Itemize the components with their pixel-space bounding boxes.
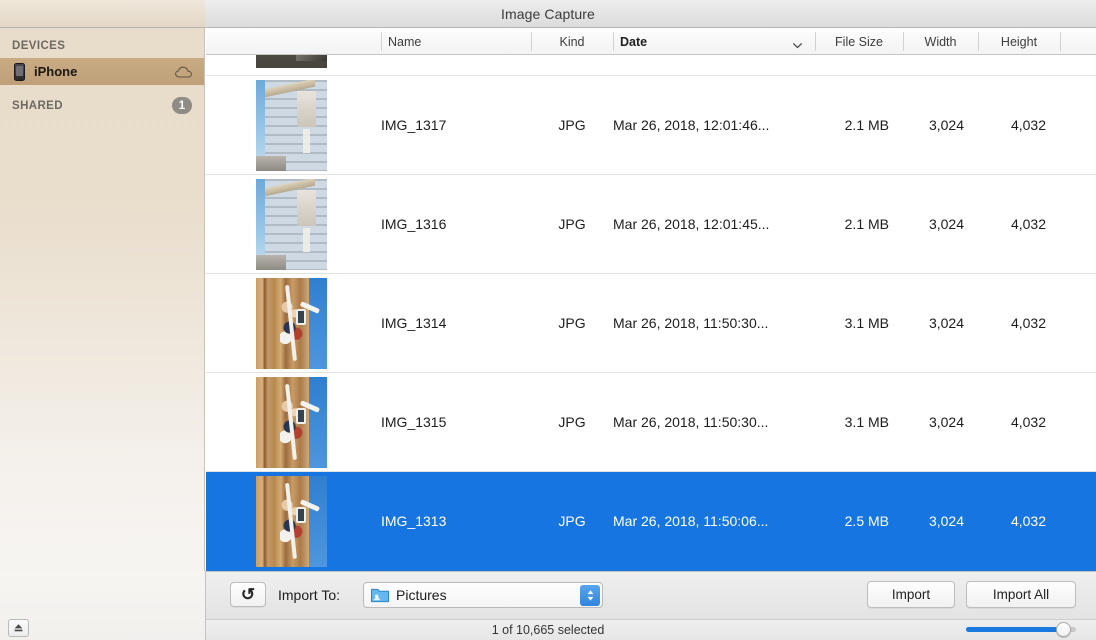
sidebar-item-label: iPhone: [34, 64, 78, 79]
cell-width: 3,024: [928, 414, 964, 430]
cell-height: 4,032: [1010, 117, 1046, 133]
cell-width: 3,024: [928, 117, 964, 133]
cell-height: 4,032: [1010, 414, 1046, 430]
sidebar-item-iphone[interactable]: iPhone: [0, 58, 204, 85]
slider-knob[interactable]: [1055, 622, 1071, 637]
column-header-filesize[interactable]: File Size: [815, 28, 903, 55]
cell-width: 3,024: [928, 315, 964, 331]
column-header-kind[interactable]: Kind: [531, 28, 613, 55]
photo-thumbnail-rotated: [256, 476, 327, 567]
cell-name: IMG_1314: [381, 315, 447, 331]
photo-thumbnail-rotated: [256, 377, 327, 468]
cell-date: Mar 26, 2018, 11:50:06...: [613, 513, 769, 529]
sidebar-section-shared-row: SHARED 1: [0, 85, 204, 120]
chevron-down-icon[interactable]: [793, 37, 802, 49]
table-row[interactable]: IMG_1315 JPG Mar 26, 2018, 11:50:30... 3.1 …: [206, 373, 1096, 472]
table-row[interactable]: IMG_1313 JPG Mar 26, 2018, 11:50:06... 2.5 …: [206, 472, 1096, 571]
file-list-panel: NameKindDateFile SizeWidthHeight 307 IMG_…: [206, 28, 1096, 571]
cell-height: 4,032: [1010, 216, 1046, 232]
title-bar: Image Capture: [0, 0, 1096, 28]
cell-kind: [531, 55, 613, 75]
column-header-date[interactable]: Date: [613, 28, 815, 55]
column-header-name[interactable]: Name: [381, 28, 531, 55]
destination-stepper[interactable]: [580, 585, 600, 606]
column-divider[interactable]: [1060, 32, 1061, 51]
sidebar-section-shared: SHARED: [12, 99, 63, 112]
image-capture-window: Image Capture DEVICES iPhone SHARED 1 Na…: [0, 0, 1096, 640]
cell-name: IMG_1313: [381, 513, 447, 529]
column-header-width[interactable]: Width: [903, 28, 978, 55]
import-to-label: Import To:: [278, 586, 340, 603]
cell-kind: JPG: [558, 315, 586, 331]
row-thumbnail[interactable]: [256, 80, 327, 171]
cell-kind: JPG: [558, 216, 586, 232]
cell-height: 4,032: [1010, 513, 1046, 529]
slider-fill: [966, 627, 1063, 632]
cell-date: Mar 26, 2018, 12:01:45...: [613, 216, 770, 232]
cloud-icon: [175, 66, 194, 78]
cell-kind: JPG: [558, 117, 586, 133]
cell-kind: JPG: [558, 513, 586, 529]
cell-width: [903, 55, 978, 75]
column-divider[interactable]: [903, 32, 904, 51]
cell-kind: JPG: [558, 414, 586, 430]
file-rows: 307 IMG_1317 JPG Mar 26, 2018, 12:01:46... 2…: [206, 55, 1096, 571]
column-divider[interactable]: [531, 32, 532, 51]
shared-count-badge: 1: [172, 97, 192, 114]
rotate-button[interactable]: ↺: [230, 582, 266, 607]
cell-filesize: 3.1 MB: [844, 315, 889, 331]
table-row[interactable]: 307: [206, 55, 1096, 76]
pictures-folder-icon: [371, 588, 389, 603]
column-header-row: Name Kind Date File Size Width Height: [206, 28, 1096, 55]
column-divider[interactable]: [978, 32, 979, 51]
cell-filesize: [815, 55, 903, 75]
cell-date: Mar 26, 2018, 11:50:30...: [613, 414, 769, 430]
window-title: Image Capture: [501, 5, 595, 22]
cell-height: 4,032: [1010, 315, 1046, 331]
column-divider[interactable]: [815, 32, 816, 51]
photo-thumbnail-rotated: [256, 278, 327, 369]
iphone-icon: [14, 62, 25, 81]
photo-thumbnail-partial: 307: [256, 55, 327, 68]
cell-name: IMG_1315: [381, 414, 447, 430]
import-toolbar: ↺ Import To: Pictures Import Import All: [206, 571, 1096, 619]
import-button[interactable]: Import: [867, 581, 955, 608]
cell-width: 3,024: [928, 216, 964, 232]
cell-width: 3,024: [928, 513, 964, 529]
table-row[interactable]: IMG_1314 JPG Mar 26, 2018, 11:50:30... 3.1 …: [206, 274, 1096, 373]
column-header-height[interactable]: Height: [978, 28, 1060, 55]
row-thumbnail[interactable]: 307: [256, 55, 327, 68]
cell-filesize: 2.5 MB: [844, 513, 889, 529]
destination-value: Pictures: [396, 587, 447, 603]
photo-thumbnail-building: [256, 179, 327, 270]
cell-name: [381, 55, 531, 75]
cell-name: IMG_1317: [381, 117, 447, 133]
sidebar: DEVICES iPhone SHARED 1: [0, 28, 205, 611]
selection-status: 1 of 10,665 selected: [491, 622, 605, 637]
table-row[interactable]: IMG_1317 JPG Mar 26, 2018, 12:01:46... 2.1 …: [206, 76, 1096, 175]
cell-height: [978, 55, 1060, 75]
column-divider[interactable]: [613, 32, 614, 51]
thumbnail-size-slider[interactable]: [966, 622, 1076, 637]
table-row[interactable]: IMG_1316 JPG Mar 26, 2018, 12:01:45... 2.1 …: [206, 175, 1096, 274]
cell-filesize: 2.1 MB: [844, 216, 889, 232]
row-thumbnail[interactable]: [256, 278, 327, 369]
sidebar-section-devices: DEVICES: [12, 40, 66, 52]
column-divider[interactable]: [381, 32, 382, 51]
row-thumbnail[interactable]: [256, 179, 327, 270]
cell-filesize: 3.1 MB: [844, 414, 889, 430]
import-all-button[interactable]: Import All: [966, 581, 1076, 608]
row-thumbnail[interactable]: [256, 476, 327, 567]
photo-thumbnail-building: [256, 80, 327, 171]
cell-name: IMG_1316: [381, 216, 447, 232]
cell-date: Mar 26, 2018, 12:01:46...: [613, 117, 770, 133]
row-thumbnail[interactable]: [256, 377, 327, 468]
cell-filesize: 2.1 MB: [844, 117, 889, 133]
cell-date: Mar 26, 2018, 11:50:30...: [613, 315, 769, 331]
import-destination-popup[interactable]: Pictures: [363, 582, 603, 608]
eject-button[interactable]: [8, 619, 29, 637]
cell-date: [613, 55, 815, 75]
